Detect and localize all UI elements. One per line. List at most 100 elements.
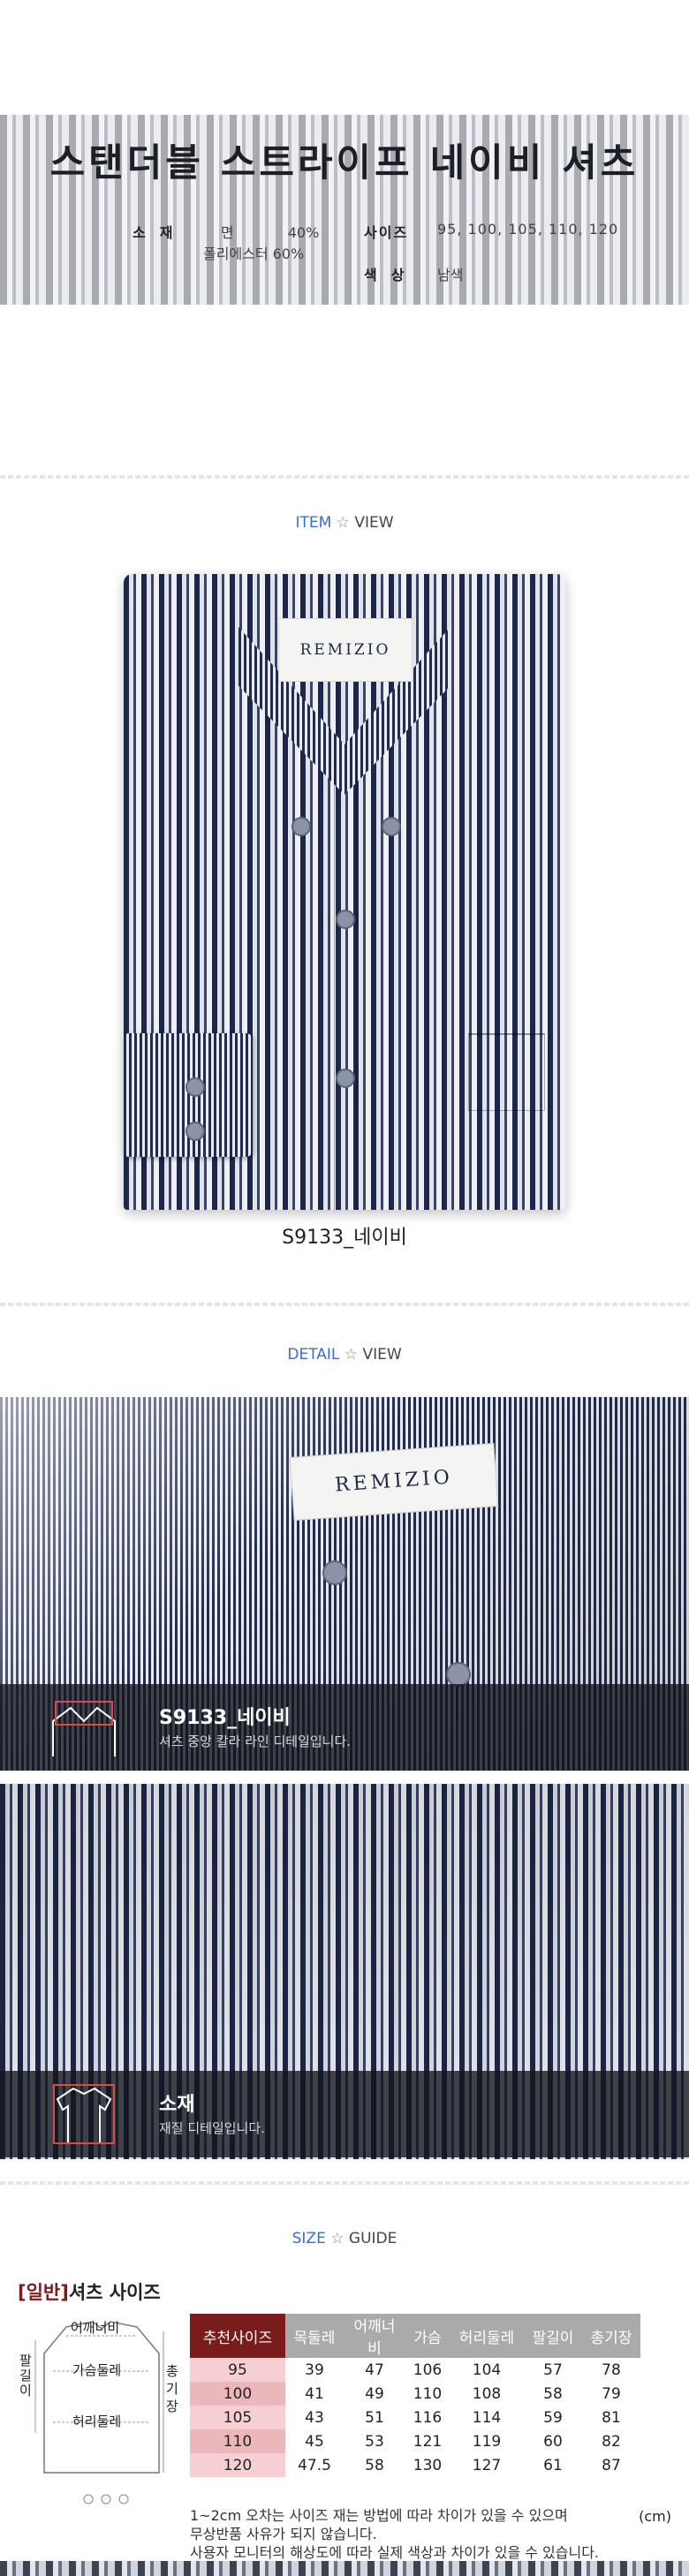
detail-description: 셔츠 중앙 칼라 라인 디테일입니다. (159, 1734, 352, 1749)
color-value: 남색 (437, 267, 464, 283)
cell: 105 (190, 2406, 285, 2429)
shirt-button (336, 1069, 355, 1088)
heading-text: VIEW (362, 1346, 402, 1364)
detail-caption-bar: S9133_네이비 셔츠 중앙 칼라 라인 디테일입니다. (0, 1684, 689, 1771)
cell: 108 (472, 2384, 502, 2403)
col-length: 총기장 (582, 2314, 640, 2358)
cell: 47.5 (298, 2456, 331, 2474)
cell: 87 (602, 2456, 621, 2474)
size-value: 95, 100, 105, 110, 120 (437, 221, 619, 238)
cuff-button (186, 1122, 205, 1141)
table-row: 120 47.5 58 130 127 61 87 (190, 2453, 640, 2477)
size-title-text: 셔츠 사이즈 (68, 2282, 161, 2303)
shirt-front-image: REMIZIO (124, 574, 565, 1210)
cell: 110 (413, 2384, 443, 2403)
heading-text: VIEW (354, 514, 394, 532)
shoulder-label: 어깨너비 (71, 2320, 120, 2336)
sleeve-length-label: 팔길이 (19, 2353, 32, 2398)
cell: 39 (305, 2361, 324, 2379)
shirt-placket (334, 759, 357, 1210)
section-divider (0, 2181, 689, 2185)
table-row: 100 41 49 110 108 58 79 (190, 2382, 640, 2406)
shirt-collar-icon (49, 1695, 119, 1760)
product-title: 스탠더블 스트라이프 네이비 셔츠 (49, 141, 640, 185)
section-divider (0, 475, 689, 479)
cell: 59 (543, 2408, 563, 2427)
waist-label: 허리둘레 (72, 2414, 122, 2429)
col-sleeve: 팔길이 (524, 2314, 582, 2358)
collar-button (292, 817, 311, 836)
size-table-header: 추천사이즈 목둘레 어깨너비 가슴 허리둘레 팔길이 총기장 (190, 2314, 640, 2358)
chest-label: 가슴둘레 (72, 2362, 122, 2378)
detail-view-heading: DETAIL ☆ VIEW (0, 1346, 689, 1364)
cell: 47 (365, 2361, 384, 2379)
cell: 119 (472, 2432, 502, 2451)
cell: 82 (602, 2432, 621, 2451)
item-caption: S9133_네이비 (282, 1227, 407, 1249)
collar-button (382, 817, 401, 836)
collar-button (322, 1560, 347, 1585)
cell: 116 (413, 2408, 443, 2427)
star-icon: ☆ (330, 2230, 344, 2247)
color-label: 색상 (364, 267, 419, 283)
col-neck: 목둘레 (285, 2314, 344, 2358)
cell: 121 (413, 2432, 443, 2451)
shirt-button (336, 910, 355, 929)
cell: 110 (190, 2429, 285, 2453)
product-header-banner: 스탠더블 스트라이프 네이비 셔츠 소재 면 40% 폴리에스터 60% 사이즈… (0, 115, 689, 305)
cell: 79 (602, 2384, 621, 2403)
heading-highlight: DETAIL (287, 1346, 340, 1364)
cell: 61 (543, 2456, 563, 2474)
star-icon: ☆ (344, 1346, 359, 1364)
size-note-3: 사용자 모니터의 해상도에 따라 실제 색상과 차이가 있을 수 있습니다. (190, 2544, 600, 2561)
cuff-button (186, 1077, 205, 1097)
material-value-2: 폴리에스터 60% (203, 246, 305, 262)
unit-label: (cm) (639, 2508, 671, 2525)
cell: 49 (365, 2384, 384, 2403)
footer-stripe (0, 2561, 689, 2576)
cell: 51 (365, 2408, 384, 2427)
cell: 114 (472, 2408, 502, 2427)
col-shoulder: 어깨너비 (344, 2314, 405, 2358)
heading-text: GUIDE (348, 2230, 398, 2247)
size-guide-box: [일반]셔츠 사이즈 어깨너비 가슴둘레 허리둘레 팔길이 총기장 추천사이즈 … (13, 2278, 676, 2565)
size-guide-heading: SIZE ☆ GUIDE (0, 2230, 689, 2247)
size-label: 사이즈 (364, 224, 409, 241)
detail-title: S9133_네이비 (159, 1707, 291, 1729)
cell: 127 (472, 2456, 502, 2474)
cell: 60 (543, 2432, 563, 2451)
fabric-caption-bar: 소재 재질 디테일입니다. (0, 2071, 689, 2157)
material-label: 소재 (132, 224, 187, 241)
total-length-label: 총기장 (166, 2363, 178, 2414)
shirt-measurement-diagram: 어깨너비 가슴둘레 허리둘레 팔길이 총기장 (18, 2318, 186, 2539)
section-divider (0, 1303, 689, 1306)
table-row: 110 45 53 121 119 60 82 (190, 2429, 640, 2453)
heading-highlight: ITEM (295, 514, 332, 532)
star-icon: ☆ (336, 514, 350, 532)
cell: 100 (190, 2382, 285, 2406)
shirt-outline-icon (49, 2081, 119, 2147)
col-chest: 가슴 (405, 2314, 450, 2358)
brand-label: REMIZIO (278, 618, 413, 682)
cell: 58 (365, 2456, 384, 2474)
table-row: 95 39 47 106 104 57 78 (190, 2358, 640, 2382)
collar-detail-image: REMIZIO S9133_네이비 셔츠 중앙 칼라 라인 디테일입니다. (0, 1397, 689, 1771)
product-spec: 소재 면 40% 폴리에스터 60% 사이즈 95, 100, 105, 110… (132, 221, 662, 291)
cell: 120 (190, 2453, 285, 2477)
cell: 104 (472, 2361, 502, 2379)
cell: 130 (413, 2456, 443, 2474)
size-table-title: [일반]셔츠 사이즈 (18, 2278, 161, 2305)
item-view-heading: ITEM ☆ VIEW (0, 514, 689, 532)
fabric-detail-image: 소재 재질 디테일입니다. (0, 1784, 689, 2159)
cell: 57 (543, 2361, 563, 2379)
cell: 41 (305, 2384, 324, 2403)
cell: 43 (305, 2408, 324, 2427)
cell: 58 (543, 2384, 563, 2403)
cell: 45 (305, 2432, 324, 2451)
heading-highlight: SIZE (292, 2230, 326, 2247)
table-row: 105 43 51 116 114 59 81 (190, 2406, 640, 2429)
shirt-pocket (468, 1033, 545, 1111)
cell: 78 (602, 2361, 621, 2379)
col-recommended-size: 추천사이즈 (190, 2314, 285, 2358)
size-category: [일반] (18, 2282, 69, 2303)
